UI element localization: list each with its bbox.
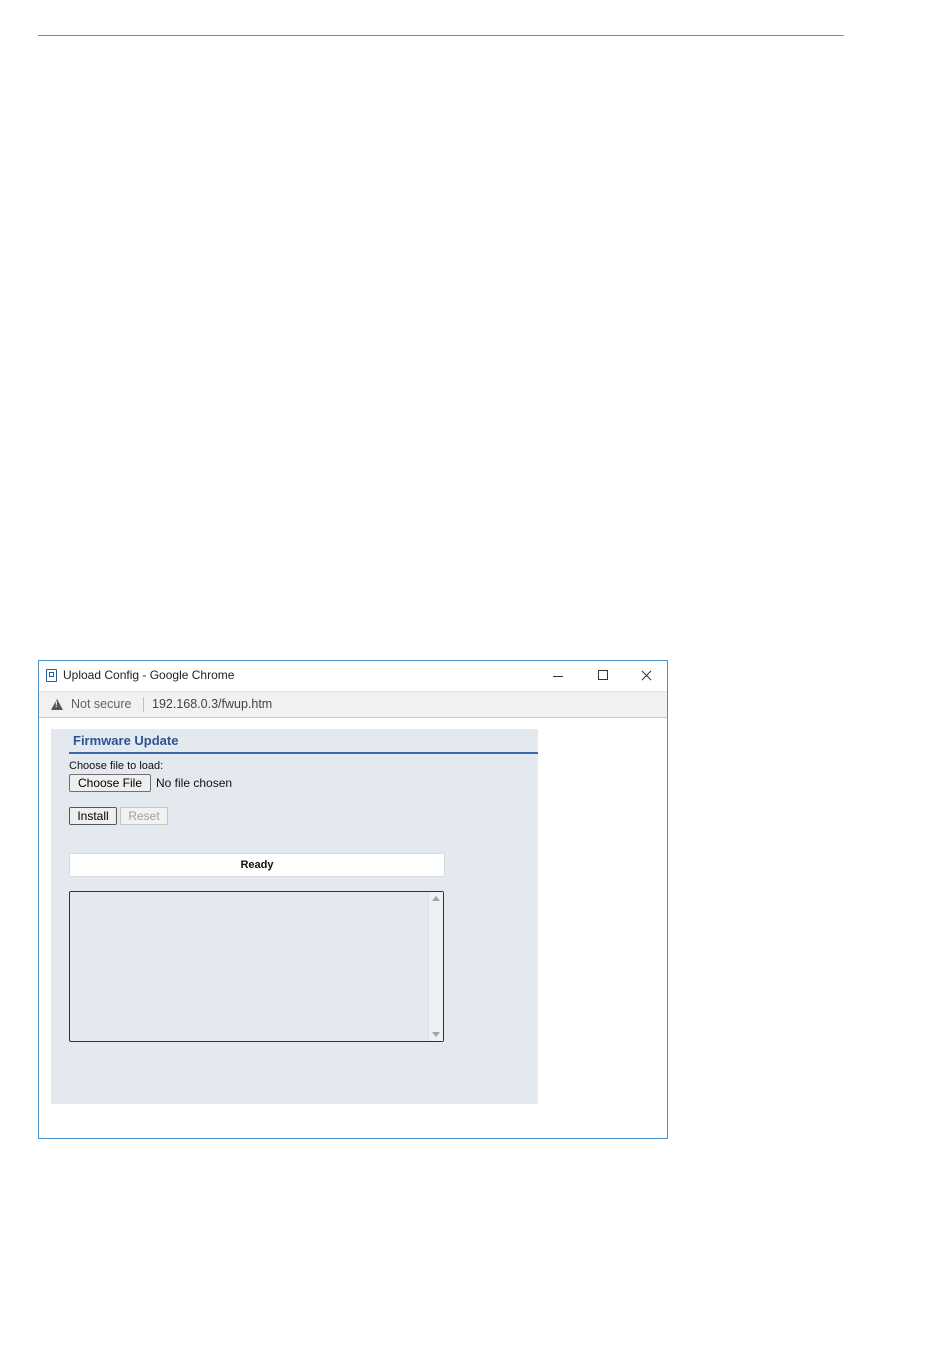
choose-file-button[interactable]: Choose File	[69, 774, 151, 792]
scroll-up-arrow-icon[interactable]	[432, 896, 440, 901]
close-button[interactable]	[624, 661, 668, 691]
file-label: Choose file to load:	[69, 760, 164, 772]
reset-button: Reset	[120, 807, 168, 825]
address-separator	[143, 697, 144, 712]
title-bar: Upload Config - Google Chrome	[39, 661, 667, 691]
minimize-button[interactable]	[536, 661, 580, 691]
install-button[interactable]: Install	[69, 807, 117, 825]
log-scrollbar[interactable]	[428, 892, 443, 1041]
warning-icon[interactable]	[51, 699, 63, 710]
page-title-text: Firmware Update	[73, 733, 179, 748]
page-title: Firmware Update	[69, 729, 538, 754]
firmware-update-panel: Firmware Update Choose file to load: Cho…	[51, 729, 538, 1104]
scroll-down-arrow-icon[interactable]	[432, 1032, 440, 1037]
window-title: Upload Config - Google Chrome	[63, 668, 235, 682]
status-bar: Ready	[69, 853, 445, 877]
url-text[interactable]: 192.168.0.3/fwup.htm	[152, 697, 272, 711]
browser-window: Upload Config - Google Chrome Not secure…	[38, 660, 668, 1139]
security-label[interactable]: Not secure	[71, 697, 131, 711]
document-icon	[46, 669, 57, 682]
file-status-text: No file chosen	[156, 776, 233, 790]
log-textarea[interactable]	[69, 891, 444, 1042]
maximize-button[interactable]	[580, 661, 624, 691]
document-top-rule	[38, 35, 844, 36]
address-bar[interactable]: Not secure 192.168.0.3/fwup.htm	[39, 691, 667, 718]
